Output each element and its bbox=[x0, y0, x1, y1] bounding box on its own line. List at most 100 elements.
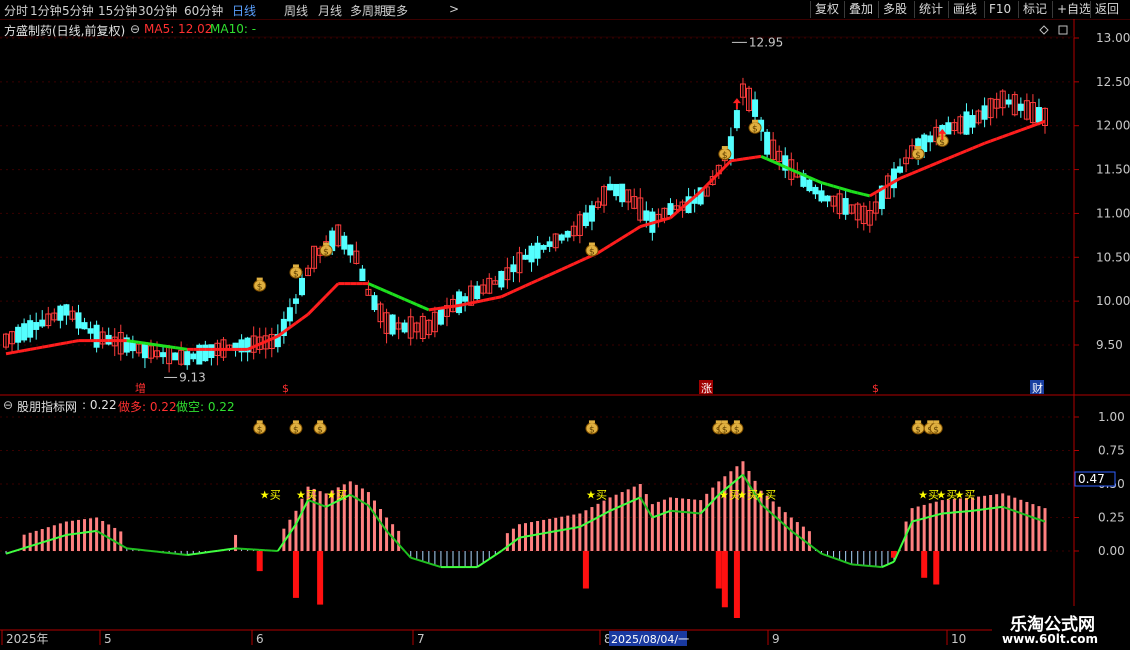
ma-line-segment bbox=[373, 284, 382, 291]
money-bag-icon: $ bbox=[253, 420, 267, 435]
event-marker-label: $ bbox=[282, 382, 289, 395]
indicator-line-segment bbox=[410, 556, 418, 561]
diamond-icon bbox=[1039, 25, 1049, 35]
candle-body bbox=[812, 186, 819, 195]
candle-body bbox=[141, 342, 148, 359]
ma-line-segment bbox=[1008, 130, 1016, 136]
ma-line-segment bbox=[555, 267, 563, 274]
indicator-line-segment bbox=[845, 561, 853, 566]
ma-line-segment bbox=[398, 295, 406, 301]
indicator-line-segment bbox=[494, 550, 502, 556]
ma-line-segment bbox=[1014, 128, 1022, 134]
indicator-line-segment bbox=[193, 552, 200, 556]
indicator-line-segment bbox=[519, 535, 526, 539]
ma-line-segment bbox=[615, 236, 623, 243]
indicator-line-segment bbox=[488, 554, 496, 560]
indicator-line-segment bbox=[827, 554, 834, 559]
buy-star-icon: ★ bbox=[737, 489, 747, 502]
ma-line-segment bbox=[180, 347, 188, 351]
ma-line-segment bbox=[573, 259, 581, 266]
ma-line-segment bbox=[996, 135, 1004, 141]
ma-line-segment bbox=[295, 317, 303, 325]
ma-line-segment bbox=[899, 174, 907, 180]
indicator-line-segment bbox=[434, 564, 442, 569]
candle-body bbox=[437, 308, 444, 325]
indicator-line-segment bbox=[839, 559, 846, 564]
indicator-line-segment bbox=[972, 509, 979, 512]
ma-line-segment bbox=[1026, 124, 1034, 130]
indicator-red-bar bbox=[317, 551, 324, 605]
indicator-line-segment bbox=[211, 549, 218, 553]
ma-line-segment bbox=[657, 218, 665, 223]
ma-line-segment bbox=[126, 339, 134, 343]
ma-line-segment bbox=[512, 287, 521, 293]
ma-line-segment bbox=[845, 188, 853, 193]
buy-label: 买 bbox=[336, 489, 347, 502]
indicator-line-segment bbox=[688, 511, 695, 514]
indicator-line-segment bbox=[984, 507, 991, 511]
ma-line-segment bbox=[29, 346, 37, 351]
bag-symbol: $ bbox=[722, 425, 728, 435]
ma-line-segment bbox=[11, 350, 19, 355]
ma-line-segment bbox=[827, 183, 834, 188]
candle-body bbox=[534, 242, 541, 259]
ma-line-segment bbox=[464, 301, 472, 306]
bag-neck bbox=[292, 264, 299, 268]
ma-line-segment bbox=[331, 282, 340, 291]
ma-line-segment bbox=[941, 156, 949, 163]
ma-line-segment bbox=[48, 343, 55, 348]
ma-line-segment bbox=[675, 206, 684, 214]
ma-line-segment bbox=[259, 340, 267, 346]
indicator-line-segment bbox=[821, 552, 828, 557]
indicator-line-segment bbox=[676, 510, 683, 513]
indicator-tick-label: 0.25 bbox=[1098, 511, 1125, 525]
ma-line-segment bbox=[379, 287, 388, 293]
indicator-line-segment bbox=[996, 505, 1003, 509]
ma-line-segment bbox=[603, 244, 611, 251]
bag-neck bbox=[256, 420, 263, 424]
ma-line-segment bbox=[796, 170, 804, 177]
square-icon bbox=[1058, 25, 1068, 35]
candle-body bbox=[347, 244, 354, 256]
cursor-value-label: 0.47 bbox=[1078, 472, 1105, 486]
candle-body bbox=[842, 198, 849, 215]
bag-neck bbox=[317, 420, 324, 424]
bag-neck bbox=[588, 420, 595, 424]
candle-body bbox=[564, 230, 571, 238]
ma-line-segment bbox=[869, 191, 877, 198]
indicator-line-segment bbox=[549, 530, 556, 534]
indicator-red-bar bbox=[582, 551, 589, 589]
candle-body bbox=[582, 212, 589, 227]
indicator-red-bar bbox=[256, 551, 263, 572]
candle-body bbox=[57, 305, 64, 321]
buy-label: 买 bbox=[270, 489, 281, 502]
buy-star-icon: ★ bbox=[719, 489, 729, 502]
indicator-line-segment bbox=[966, 509, 973, 513]
indicator-line-segment bbox=[78, 531, 85, 535]
candle-body bbox=[286, 307, 293, 322]
ma-line-segment bbox=[651, 219, 659, 225]
ma-line-segment bbox=[549, 270, 557, 277]
candle-body bbox=[389, 314, 396, 335]
candle-body bbox=[87, 328, 94, 334]
bag-symbol: $ bbox=[752, 125, 758, 135]
indicator-line-segment bbox=[144, 549, 152, 552]
ma-line-segment bbox=[742, 156, 750, 161]
candle-body bbox=[510, 264, 517, 273]
indicator-line-segment bbox=[851, 563, 858, 566]
indicator-line-segment bbox=[90, 529, 97, 533]
ma-line-segment bbox=[488, 296, 496, 301]
ma-line-segment bbox=[609, 240, 617, 247]
ma-line-segment bbox=[458, 302, 466, 307]
ma-line-segment bbox=[470, 300, 478, 305]
ma-line-segment bbox=[174, 346, 182, 350]
candle-body bbox=[371, 295, 378, 311]
ma-line-segment bbox=[971, 144, 980, 150]
stock-chart[interactable]: 13.00 12.50 12.00 11.50 11.00 10.50 10.00 9.50 1… bbox=[0, 0, 1130, 650]
candle-body bbox=[202, 344, 209, 362]
candle-body bbox=[613, 183, 620, 197]
bag-symbol: $ bbox=[293, 425, 299, 435]
buy-star-icon: ★ bbox=[586, 489, 596, 502]
indicator-line-segment bbox=[537, 532, 544, 536]
candle-body bbox=[75, 312, 82, 329]
